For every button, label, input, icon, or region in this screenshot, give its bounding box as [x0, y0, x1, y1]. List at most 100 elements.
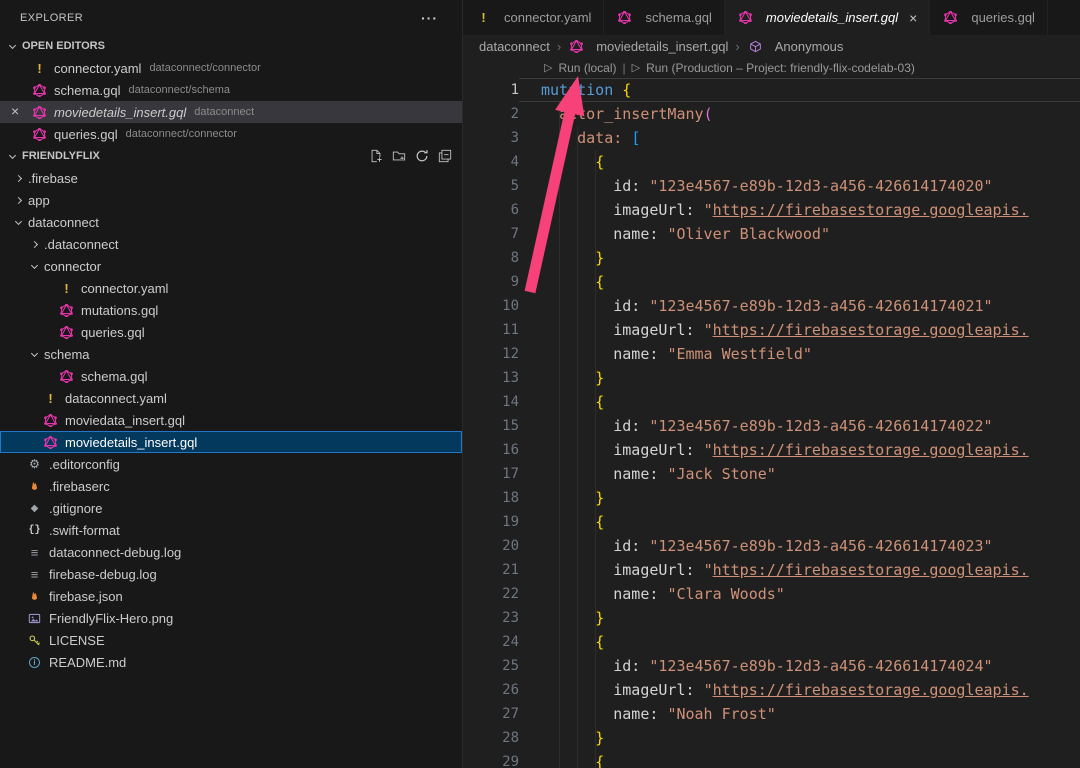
tree-item--gitignore[interactable]: ◆.gitignore — [0, 497, 462, 519]
code-line-26[interactable]: 26 imageUrl: "https://firebasestorage.go… — [463, 678, 1080, 702]
tab-schema-gql[interactable]: schema.gql — [604, 0, 724, 35]
tab-label: schema.gql — [645, 10, 711, 25]
tree-item--dataconnect[interactable]: .dataconnect — [0, 233, 462, 255]
line-number: 2 — [463, 102, 519, 126]
code-line-17[interactable]: 17 name: "Jack Stone" — [463, 462, 1080, 486]
tab-queries-gql[interactable]: queries.gql — [930, 0, 1048, 35]
code-line-3[interactable]: 3 data: [ — [463, 126, 1080, 150]
code-line-8[interactable]: 8 } — [463, 246, 1080, 270]
line-content: { — [519, 150, 1080, 174]
workspace-header[interactable]: FRIENDLYFLIX — [0, 145, 462, 167]
code-line-1[interactable]: 1mutation { — [463, 78, 1080, 102]
chevron-right-icon — [15, 196, 22, 203]
tree-item-schema-gql[interactable]: schema.gql — [0, 365, 462, 387]
new-folder-icon[interactable] — [392, 149, 406, 163]
line-number: 16 — [463, 438, 519, 462]
tree-item-dataconnect[interactable]: dataconnect — [0, 211, 462, 233]
file-label: queries.gql — [54, 127, 118, 142]
tree-item-dataconnect-debug-log[interactable]: ≡dataconnect-debug.log — [0, 541, 462, 563]
code-line-11[interactable]: 11 imageUrl: "https://firebasestorage.go… — [463, 318, 1080, 342]
tree-item--editorconfig[interactable]: ⚙.editorconfig — [0, 453, 462, 475]
code-line-22[interactable]: 22 name: "Clara Woods" — [463, 582, 1080, 606]
line-number: 25 — [463, 654, 519, 678]
file-label: connector.yaml — [54, 61, 141, 76]
info-icon: i — [26, 654, 43, 670]
tree-item-firebase-json[interactable]: firebase.json — [0, 585, 462, 607]
line-content: actor_insertMany( — [519, 102, 1080, 126]
explorer-title: EXPLORER — [20, 12, 83, 24]
more-actions-icon[interactable]: ··· — [421, 10, 438, 26]
workspace-actions — [369, 149, 452, 163]
run-local-link[interactable]: Run (local) — [558, 61, 616, 75]
tree-item-dataconnect-yaml[interactable]: !dataconnect.yaml — [0, 387, 462, 409]
code-line-2[interactable]: 2 actor_insertMany( — [463, 102, 1080, 126]
breadcrumb-item-dataconnect[interactable]: dataconnect — [479, 39, 550, 54]
open-editor-schema-gql[interactable]: schema.gql dataconnect/schema — [0, 79, 462, 101]
tree-item-app[interactable]: app — [0, 189, 462, 211]
line-content: { — [519, 270, 1080, 294]
close-icon[interactable]: × — [909, 10, 917, 26]
tree-item-connector-yaml[interactable]: !connector.yaml — [0, 277, 462, 299]
code-line-12[interactable]: 12 name: "Emma Westfield" — [463, 342, 1080, 366]
close-icon[interactable]: × — [11, 103, 19, 119]
tree-item-license[interactable]: LICENSE — [0, 629, 462, 651]
tree-item-mutations-gql[interactable]: mutations.gql — [0, 299, 462, 321]
line-content: } — [519, 726, 1080, 750]
code-line-23[interactable]: 23 } — [463, 606, 1080, 630]
collapse-all-icon[interactable] — [438, 149, 452, 163]
code-line-7[interactable]: 7 name: "Oliver Blackwood" — [463, 222, 1080, 246]
code-line-25[interactable]: 25 id: "123e4567-e89b-12d3-a456-42661417… — [463, 654, 1080, 678]
code-line-9[interactable]: 9 { — [463, 270, 1080, 294]
yaml-warning-icon: ! — [31, 60, 48, 76]
code-line-24[interactable]: 24 { — [463, 630, 1080, 654]
tree-item-queries-gql[interactable]: queries.gql — [0, 321, 462, 343]
code-line-4[interactable]: 4 { — [463, 150, 1080, 174]
breadcrumb-item-moviedetails-insert-gql[interactable]: moviedetails_insert.gql — [568, 38, 728, 54]
code-line-28[interactable]: 28 } — [463, 726, 1080, 750]
code-line-21[interactable]: 21 imageUrl: "https://firebasestorage.go… — [463, 558, 1080, 582]
tree-item-schema[interactable]: schema — [0, 343, 462, 365]
breadcrumb-item-anonymous[interactable]: Anonymous — [747, 38, 844, 54]
tree-item-connector[interactable]: connector — [0, 255, 462, 277]
code-line-16[interactable]: 16 imageUrl: "https://firebasestorage.go… — [463, 438, 1080, 462]
code-line-20[interactable]: 20 id: "123e4567-e89b-12d3-a456-42661417… — [463, 534, 1080, 558]
refresh-icon[interactable] — [415, 149, 429, 163]
code-line-29[interactable]: 29 { — [463, 750, 1080, 768]
code-line-15[interactable]: 15 id: "123e4567-e89b-12d3-a456-42661417… — [463, 414, 1080, 438]
file-label: .editorconfig — [49, 457, 120, 472]
new-file-icon[interactable] — [369, 149, 383, 163]
graphql-icon — [942, 10, 959, 26]
tree-item--firebase[interactable]: .firebase — [0, 167, 462, 189]
code-line-18[interactable]: 18 } — [463, 486, 1080, 510]
tree-item-moviedata-insert-gql[interactable]: moviedata_insert.gql — [0, 409, 462, 431]
code-line-14[interactable]: 14 { — [463, 390, 1080, 414]
tree-item-moviedetails-insert-gql[interactable]: moviedetails_insert.gql — [0, 431, 462, 453]
code-line-27[interactable]: 27 name: "Noah Frost" — [463, 702, 1080, 726]
open-editor-moviedetails-insert-gql[interactable]: × moviedetails_insert.gql dataconnect — [0, 101, 462, 123]
code-line-19[interactable]: 19 { — [463, 510, 1080, 534]
tab-connector-yaml[interactable]: ! connector.yaml — [463, 0, 604, 35]
tab-moviedetails-insert-gql[interactable]: moviedetails_insert.gql × — [725, 0, 930, 35]
graphql-icon — [616, 10, 633, 26]
chevron-right-icon — [31, 240, 38, 247]
code-line-13[interactable]: 13 } — [463, 366, 1080, 390]
tree-item--swift-format[interactable]: {}.swift-format — [0, 519, 462, 541]
open-editor-queries-gql[interactable]: queries.gql dataconnect/connector — [0, 123, 462, 145]
graphql-icon — [31, 104, 48, 120]
code-line-5[interactable]: 5 id: "123e4567-e89b-12d3-a456-426614174… — [463, 174, 1080, 198]
graphql-icon — [568, 38, 585, 54]
code-line-6[interactable]: 6 imageUrl: "https://firebasestorage.goo… — [463, 198, 1080, 222]
file-label: .swift-format — [49, 523, 120, 538]
breadcrumb-separator: › — [557, 39, 561, 54]
tree-item-friendlyflix-hero-png[interactable]: FriendlyFlix-Hero.png — [0, 607, 462, 629]
open-editor-connector-yaml[interactable]: ! connector.yaml dataconnect/connector — [0, 57, 462, 79]
code-area[interactable]: 1mutation {2 actor_insertMany(3 data: [4… — [463, 78, 1080, 768]
tree-item-firebase-debug-log[interactable]: ≡firebase-debug.log — [0, 563, 462, 585]
image-icon — [26, 610, 43, 626]
line-number: 15 — [463, 414, 519, 438]
code-line-10[interactable]: 10 id: "123e4567-e89b-12d3-a456-42661417… — [463, 294, 1080, 318]
tree-item--firebaserc[interactable]: .firebaserc — [0, 475, 462, 497]
run-production-link[interactable]: Run (Production – Project: friendly-flix… — [646, 61, 915, 75]
tree-item-readme-md[interactable]: iREADME.md — [0, 651, 462, 673]
open-editors-header[interactable]: OPEN EDITORS — [0, 35, 462, 57]
